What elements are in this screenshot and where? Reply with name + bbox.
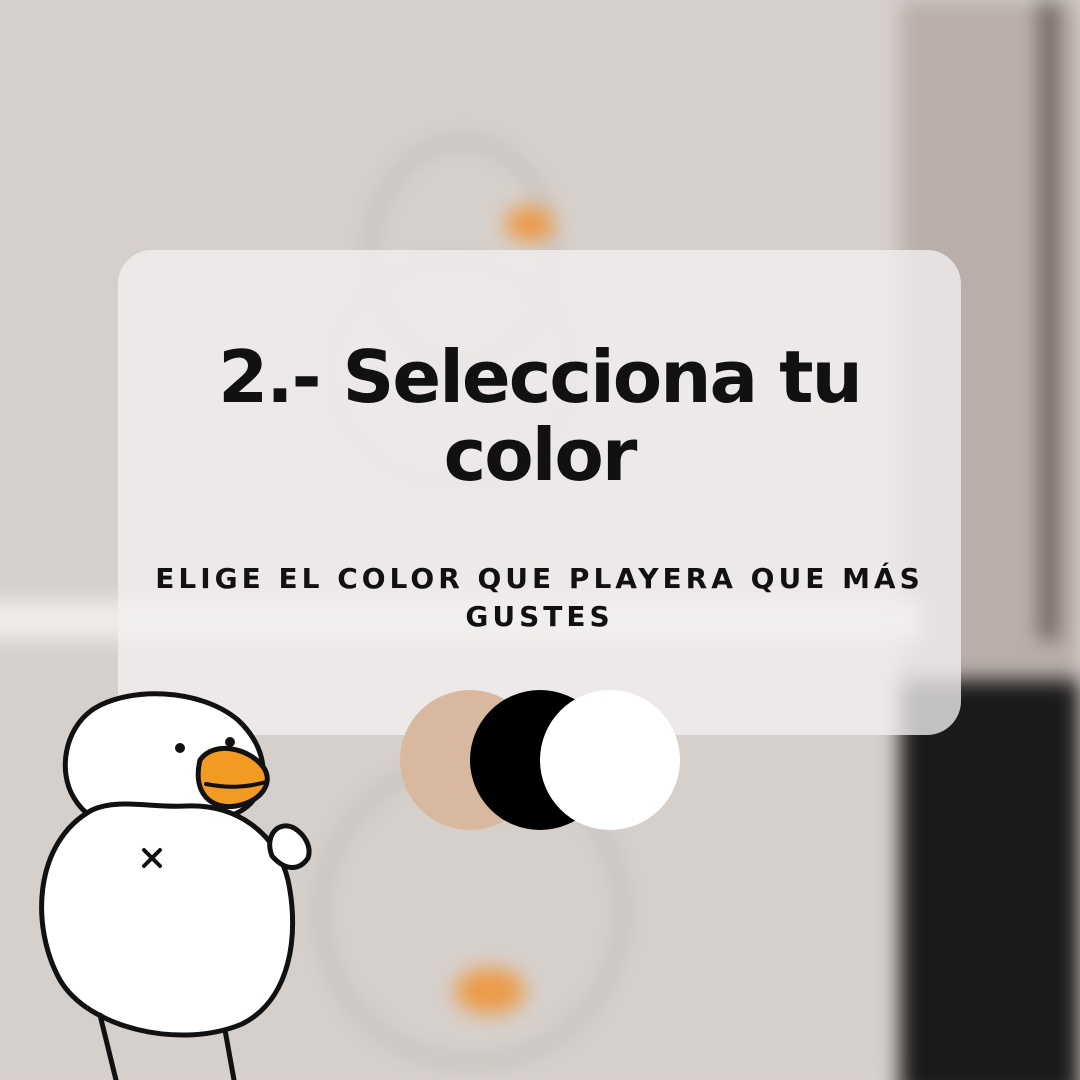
color-swatches bbox=[400, 690, 682, 830]
swatch-white[interactable] bbox=[540, 690, 680, 830]
page-title: 2.- Selecciona tu color bbox=[218, 335, 863, 497]
duck-mascot-illustration bbox=[39, 691, 312, 1080]
subtitle: ELIGE EL COLOR QUE PLAYERA QUE MÁS GUSTE… bbox=[155, 562, 924, 633]
